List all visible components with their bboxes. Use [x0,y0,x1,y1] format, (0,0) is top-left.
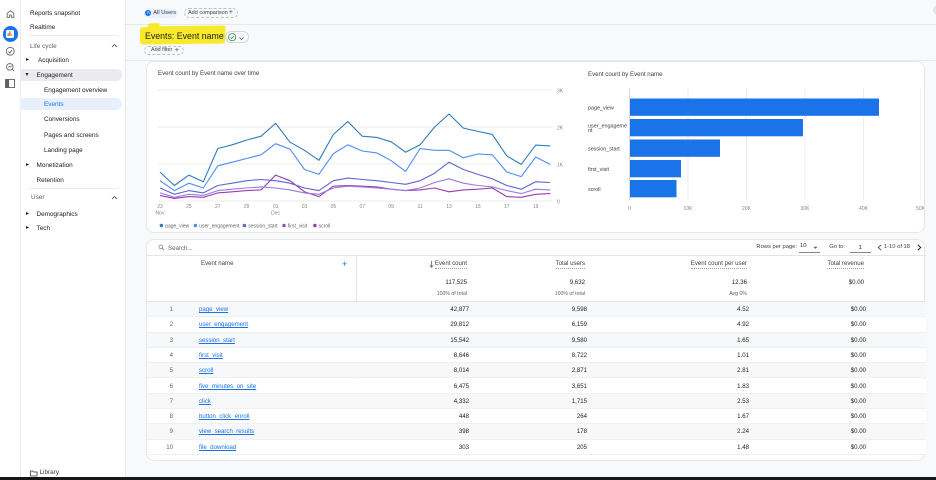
svg-text:user_engageme: user_engageme [588,124,627,130]
svg-text:07: 07 [360,204,366,210]
svg-text:0: 0 [628,206,631,212]
svg-text:05: 05 [331,204,337,210]
svg-text:01: 01 [273,204,279,210]
svg-text:Dec: Dec [271,211,280,217]
svg-text:17: 17 [504,204,510,210]
svg-text:23: 23 [157,204,163,210]
svg-text:Nov: Nov [156,211,165,217]
svg-text:0: 0 [557,200,560,206]
svg-text:10K: 10K [684,206,694,212]
svg-text:27: 27 [215,204,221,210]
svg-text:session_start: session_start [248,224,278,230]
svg-text:40K: 40K [859,206,869,212]
svg-text:page_view: page_view [165,224,189,230]
svg-text:1K: 1K [557,163,564,169]
svg-text:user_engagement: user_engagement [199,224,240,230]
svg-text:30K: 30K [801,206,811,212]
svg-text:09: 09 [388,204,394,210]
svg-text:13: 13 [446,204,452,210]
svg-text:scroll: scroll [588,187,601,193]
svg-text:page_view: page_view [588,105,614,111]
svg-text:15: 15 [475,204,481,210]
svg-text:3K: 3K [557,89,564,95]
svg-text:20K: 20K [742,206,752,212]
svg-text:first_visit: first_visit [588,167,609,173]
svg-text:25: 25 [186,204,192,210]
svg-text:50K: 50K [916,206,924,212]
svg-text:scroll: scroll [319,224,331,230]
svg-text:session_start: session_start [588,146,620,152]
svg-text:nt: nt [588,128,593,134]
svg-text:2K: 2K [557,126,564,132]
svg-text:03: 03 [302,204,308,210]
svg-text:19: 19 [533,204,539,210]
svg-text:29: 29 [244,204,250,210]
svg-text:first_visit: first_visit [288,224,308,230]
svg-text:11: 11 [417,204,422,210]
